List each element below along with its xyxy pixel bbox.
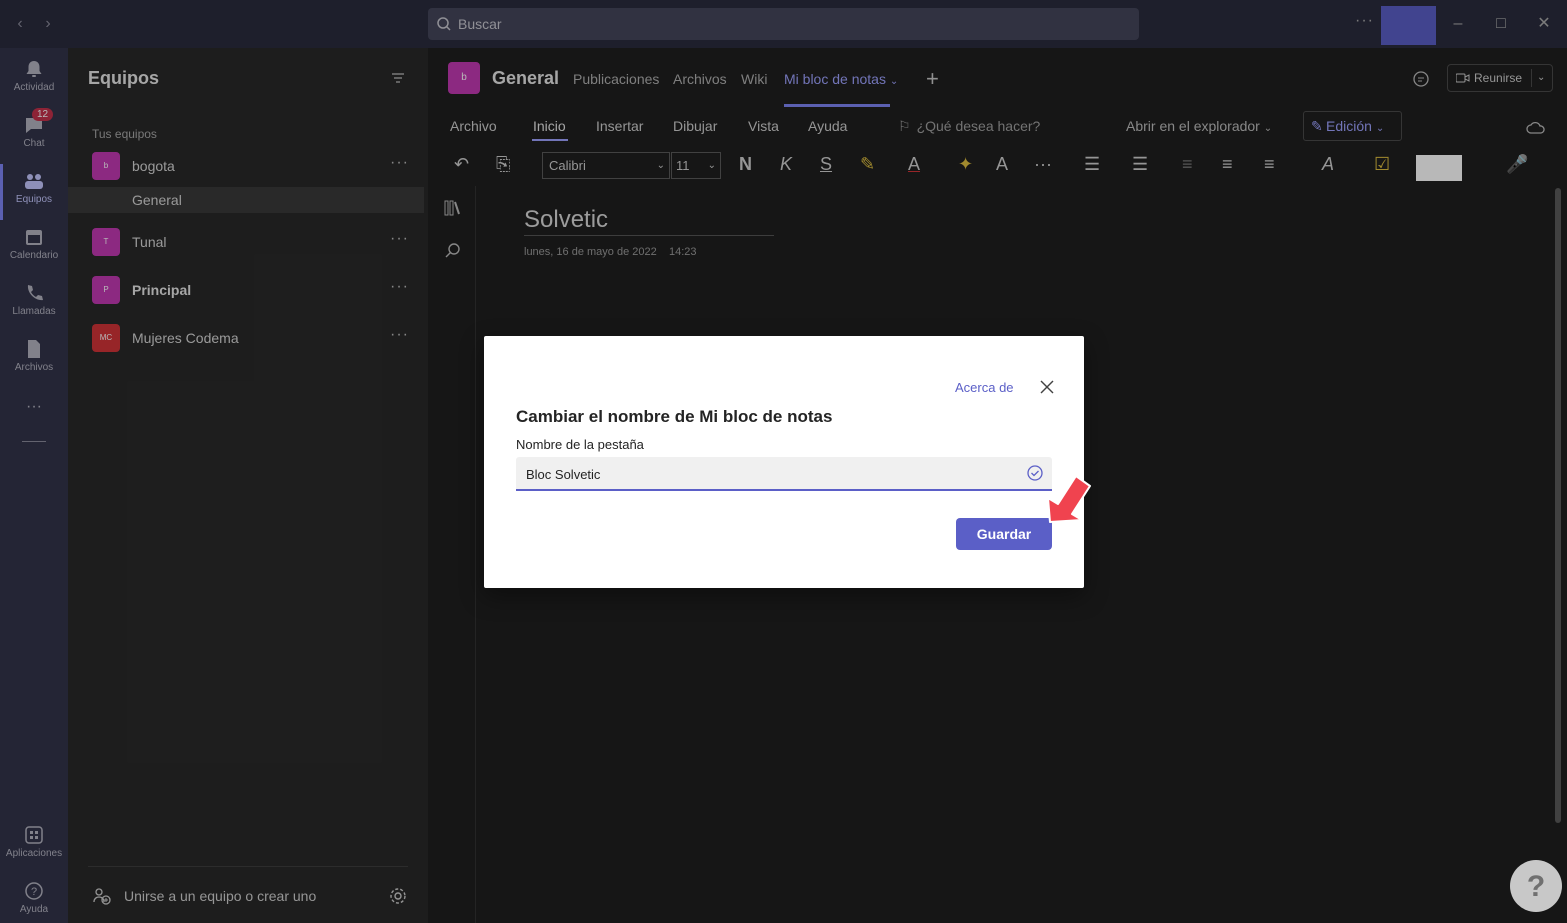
field-label: Nombre de la pestaña (516, 437, 644, 452)
svg-text:?: ? (1527, 870, 1545, 903)
about-link[interactable]: Acerca de (955, 380, 1014, 395)
watermark-logo: ? (1510, 860, 1562, 912)
help-icon: ? (1527, 870, 1545, 903)
rename-dialog: Acerca de Cambiar el nombre de Mi bloc d… (484, 336, 1084, 588)
tab-name-input[interactable] (526, 464, 1006, 484)
dialog-title: Cambiar el nombre de Mi bloc de notas (516, 407, 833, 426)
save-button[interactable]: Guardar (956, 518, 1052, 550)
red-arrow-annotation (1047, 475, 1091, 523)
close-icon[interactable] (1038, 378, 1056, 396)
tab-name-field[interactable] (516, 457, 1052, 491)
